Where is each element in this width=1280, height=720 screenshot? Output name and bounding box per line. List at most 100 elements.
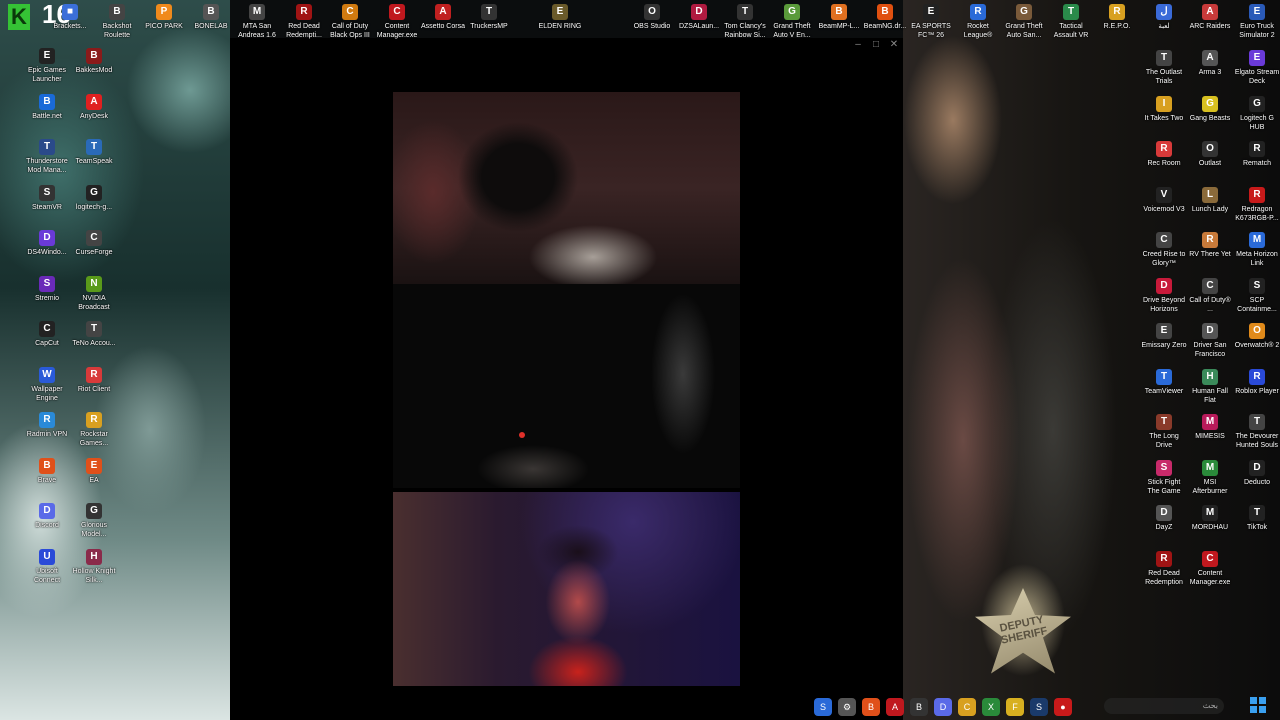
desktop-icon-discord[interactable]: D Discord — [24, 503, 70, 530]
desktop-icon-riot-client[interactable]: R Riot Client — [71, 366, 117, 394]
desktop-icon-msi-afterburner[interactable]: M MSI Afterburner — [1187, 459, 1233, 496]
desktop-icon-call-of-duty-black-ops-iii[interactable]: C Call of Duty Black Ops III — [327, 4, 373, 40]
desktop-icon-glorious-model[interactable]: G Glorious Model... — [71, 503, 117, 539]
taskbar-steam2-icon[interactable]: S — [1030, 698, 1048, 716]
desktop-icon-logitech-g[interactable]: Glogitech-g... — [71, 184, 117, 212]
desktop-icon-ea[interactable]: E EA — [71, 457, 117, 485]
desktop-icon-mimesis[interactable]: M MIMESIS — [1187, 414, 1233, 441]
desktop-icon-human-fall-flat[interactable]: H Human Fall Flat — [1187, 368, 1233, 405]
taskbar-settings-icon[interactable]: ⚙ — [838, 698, 856, 716]
taskbar-xbox-icon[interactable]: X — [982, 698, 1000, 716]
desktop-icon-ds4windo[interactable]: D DS4Windo... — [24, 230, 70, 257]
desktop-icon-teno-accou[interactable]: T TeNo Accou... — [71, 321, 117, 348]
desktop-icon-wallpaper-engine[interactable]: W Wallpaper Engine — [24, 366, 70, 403]
taskbar-search[interactable]: بحث — [1104, 698, 1224, 714]
desktop-icon-teamviewer[interactable]: T TeamViewer — [1141, 368, 1187, 396]
taskbar-discord-icon[interactable]: D — [934, 698, 952, 716]
desktop-icon-grand-theft-auto-v-en[interactable]: G Grand Theft Auto V En... — [769, 4, 815, 40]
desktop-icon-redragon-k673rgb-p[interactable]: R Redragon K673RGB-P... — [1234, 186, 1280, 223]
video-call-window[interactable]: – □ ✕ — [230, 38, 903, 720]
desktop-icon-call-of-duty[interactable]: C Call of Duty® ... — [1187, 277, 1233, 314]
desktop-icon-arc-raiders[interactable]: A ARC Raiders — [1187, 4, 1233, 31]
desktop-icon-obs-studio[interactable]: O OBS Studio — [629, 4, 675, 31]
desktop-icon-truckersmp[interactable]: T TruckersMP — [466, 4, 512, 31]
desktop-icon-battle-net[interactable]: B Battle.net — [24, 93, 70, 121]
desktop-icon-brave[interactable]: B Brave — [24, 457, 70, 485]
desktop-icon-deducto[interactable]: D Deducto — [1234, 459, 1280, 487]
desktop-icon-epic-games-launcher[interactable]: E Epic Games Launcher — [24, 48, 70, 84]
desktop-icon-elgato-stream-deck[interactable]: E Elgato Stream Deck — [1234, 50, 1280, 86]
video-feed-2[interactable] — [393, 284, 740, 488]
desktop-icon-arma-3[interactable]: A Arma 3 — [1187, 50, 1233, 77]
desktop-icon-brackets[interactable]: ■ Brackets... — [47, 4, 93, 31]
desktop-icon-curseforge[interactable]: C CurseForge — [71, 230, 117, 257]
desktop-icon-steamvr[interactable]: S SteamVR — [24, 184, 70, 212]
desktop-icon-bonelab[interactable]: B BONELAB — [188, 4, 234, 31]
taskbar-chrome-icon[interactable]: C — [958, 698, 976, 716]
desktop-icon-r-e-p-o[interactable]: R R.E.P.O. — [1094, 4, 1140, 31]
desktop-icon-hollow-knight-silk[interactable]: H Hollow Knight Silk... — [71, 548, 117, 585]
desktop-icon-overwatch-2[interactable]: O Overwatch® 2 — [1234, 323, 1280, 350]
desktop-icon-tactical-assault-vr[interactable]: T Tactical Assault VR — [1048, 4, 1094, 40]
desktop-icon-teamspeak[interactable]: T TeamSpeak — [71, 139, 117, 166]
maximize-button[interactable]: □ — [871, 40, 881, 50]
desktop-icon-backshot-roulette[interactable]: B Backshot Roulette — [94, 4, 140, 40]
desktop-icon-content-manager-exe[interactable]: C Content Manager.exe — [374, 4, 420, 40]
desktop-icon-rematch[interactable]: R Rematch — [1234, 141, 1280, 168]
desktop-icon-thunderstore-mod-mana[interactable]: T Thunderstore Mod Mana... — [24, 139, 70, 175]
video-feed-3[interactable] — [393, 492, 740, 686]
desktop-icon-dzsalaun[interactable]: D DZSALaun... — [676, 4, 722, 31]
desktop-icon-beamng-dr[interactable]: B BeamNG.dr... — [862, 4, 908, 31]
desktop-icon-beammp-l[interactable]: B BeamMP-L... — [816, 4, 862, 31]
desktop-icon-stick-fight-the-game[interactable]: S Stick Fight The Game — [1141, 459, 1187, 496]
video-feed-1[interactable] — [393, 92, 740, 284]
desktop-icon-the-long-drive[interactable]: T The Long Drive — [1141, 414, 1187, 450]
desktop-icon-logitech-g-hub[interactable]: G Logitech G HUB — [1234, 95, 1280, 132]
desktop-icon-capcut[interactable]: C CapCut — [24, 321, 70, 348]
desktop-icon-content-manager-exe[interactable]: C Content Manager.exe — [1187, 550, 1233, 587]
desktop-icon-meta-horizon-link[interactable]: M Meta Horizon Link — [1234, 232, 1280, 268]
desktop-icon-rockstar-games[interactable]: R Rockstar Games... — [71, 412, 117, 448]
desktop-icon-mta-san-andreas-1-6[interactable]: M MTA San Andreas 1.6 — [234, 4, 280, 40]
desktop-icon-bakkesmod[interactable]: B BakkesMod — [71, 48, 117, 75]
desktop-icon-ea-sports-fc-26[interactable]: E EA SPORTS FC™ 26 — [908, 4, 954, 40]
desktop-icon-rv-there-yet[interactable]: R RV There Yet — [1187, 232, 1233, 259]
taskbar-brave-icon[interactable]: B — [862, 698, 880, 716]
taskbar-steam-icon[interactable]: S — [814, 698, 832, 716]
desktop-icon-mordhau[interactable]: M MORDHAU — [1187, 505, 1233, 532]
desktop-icon-the-devourer-hunted-souls[interactable]: T The Devourer Hunted Souls — [1234, 414, 1280, 450]
desktop-icon-grand-theft-auto-san[interactable]: G Grand Theft Auto San... — [1001, 4, 1047, 40]
desktop-icon-voicemod-v3[interactable]: V Voicemod V3 — [1141, 186, 1187, 214]
close-button[interactable]: ✕ — [889, 40, 899, 50]
desktop-icon-driver-san-francisco[interactable]: D Driver San Francisco — [1187, 323, 1233, 359]
minimize-button[interactable]: – — [853, 40, 863, 50]
desktop-icon-tom-clancy-s-rainbow-si[interactable]: T Tom Clancy's Rainbow Si... — [722, 4, 768, 40]
desktop-icon-elden-ring[interactable]: E ELDEN RING — [537, 4, 583, 31]
desktop-icon-the-outlast-trials[interactable]: T The Outlast Trials — [1141, 50, 1187, 86]
desktop-icon-emissary-zero[interactable]: E Emissary Zero — [1141, 323, 1187, 350]
taskbar-app2-icon[interactable]: B — [910, 698, 928, 716]
desktop-icon-scp-containme[interactable]: S SCP Containme... — [1234, 277, 1280, 314]
desktop-icon-assetto-corsa[interactable]: A Assetto Corsa — [420, 4, 466, 31]
desktop-icon-tiktok[interactable]: T TikTok — [1234, 505, 1280, 532]
desktop-icon-dayz[interactable]: D DayZ — [1141, 505, 1187, 532]
taskbar-app-icon[interactable]: A — [886, 698, 904, 716]
desktop-icon-radmin-vpn[interactable]: R Radmin VPN — [24, 412, 70, 439]
desktop-icon-ubisoft-connect[interactable]: U Ubisoft Connect — [24, 548, 70, 585]
desktop-icon-nvidia-broadcast[interactable]: N NVIDIA Broadcast — [71, 275, 117, 312]
desktop-icon-anydesk[interactable]: A AnyDesk — [71, 93, 117, 121]
desktop-icon-outlast[interactable]: O Outlast — [1187, 141, 1233, 168]
desktop-icon-drive-beyond-horizons[interactable]: D Drive Beyond Horizons — [1141, 277, 1187, 314]
desktop-icon-stremio[interactable]: S Stremio — [24, 275, 70, 303]
windows-start-icon[interactable] — [1250, 697, 1266, 713]
desktop-icon-lunch-lady[interactable]: L Lunch Lady — [1187, 186, 1233, 214]
desktop-icon-pico-park[interactable]: P PICO PARK — [141, 4, 187, 31]
desktop-icon-euro-truck-simulator-2[interactable]: E Euro Truck Simulator 2 — [1234, 4, 1280, 40]
desktop-icon-it-takes-two[interactable]: I It Takes Two — [1141, 95, 1187, 123]
desktop-icon-roblox-player[interactable]: R Roblox Player — [1234, 368, 1280, 396]
desktop-icon-item[interactable]: ل لعبة — [1141, 4, 1187, 31]
desktop-icon-red-dead-redempti[interactable]: R Red Dead Redempti... — [281, 4, 327, 40]
desktop-icon-rec-room[interactable]: R Rec Room — [1141, 141, 1187, 168]
desktop-icon-red-dead-redemption[interactable]: R Red Dead Redemption — [1141, 550, 1187, 587]
desktop-icon-gang-beasts[interactable]: G Gang Beasts — [1187, 95, 1233, 123]
